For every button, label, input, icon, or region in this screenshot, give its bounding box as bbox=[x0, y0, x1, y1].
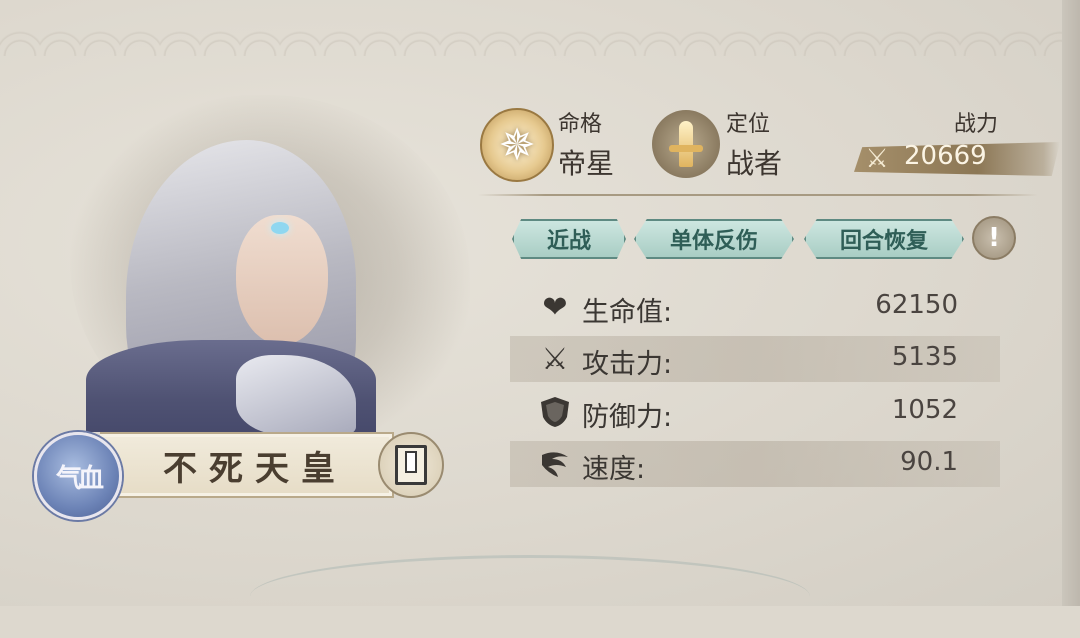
stat-value: 90.1 bbox=[900, 447, 958, 477]
tag-turn-recovery[interactable]: 回合恢复 bbox=[804, 219, 964, 259]
compass-star-icon: ✵ bbox=[498, 119, 536, 171]
stat-value: 62150 bbox=[875, 290, 958, 320]
stat-label: 攻击力: bbox=[582, 349, 673, 380]
bottom-decoration bbox=[250, 555, 810, 638]
stat-label: 生命值: bbox=[582, 297, 673, 328]
role-value: 战者 bbox=[726, 147, 783, 180]
tag-melee[interactable]: 近战 bbox=[512, 219, 626, 259]
hero-name: 不死天皇 bbox=[163, 448, 347, 489]
wind-icon bbox=[536, 445, 574, 483]
stat-row-attack: ⚔ 攻击力: 5135 bbox=[510, 336, 1000, 382]
stat-value: 5135 bbox=[891, 342, 958, 372]
stat-row-hp: ❤ 生命值: 62150 bbox=[510, 284, 1000, 330]
book-icon bbox=[395, 445, 427, 485]
sword-icon bbox=[669, 121, 703, 167]
portrait-face bbox=[236, 215, 328, 345]
stat-row-speed: 速度: 90.1 bbox=[510, 441, 1000, 487]
wave-pattern-border bbox=[0, 0, 1062, 56]
heart-icon: ❤ bbox=[542, 289, 568, 325]
role-emblem[interactable] bbox=[652, 110, 720, 178]
hero-portrait bbox=[86, 140, 376, 432]
tag-info-button[interactable]: ! bbox=[972, 216, 1016, 260]
panel-edge bbox=[1062, 0, 1080, 606]
qixue-type-badge[interactable]: 气血 bbox=[34, 432, 122, 520]
power-value: 20669 bbox=[904, 141, 987, 171]
fate-label: 命格 bbox=[558, 112, 603, 137]
shield-icon bbox=[536, 393, 574, 431]
hero-nameplate: 不死天皇 bbox=[100, 432, 394, 498]
fate-star-emblem[interactable]: ✵ bbox=[480, 108, 554, 182]
power-label: 战力 bbox=[954, 112, 999, 137]
hero-detail-screen: 气血 不死天皇 ✵ 命格 帝星 定位 战者 战力 ⚔ 20669 近战 单体反伤… bbox=[0, 0, 1080, 606]
role-label: 定位 bbox=[726, 112, 771, 137]
forehead-gem bbox=[271, 222, 289, 234]
hero-bio-button[interactable] bbox=[378, 432, 444, 498]
sword-icon: ⚔ bbox=[541, 341, 569, 377]
stat-label: 防御力: bbox=[582, 402, 673, 433]
stat-row-defense: 防御力: 1052 bbox=[510, 389, 1000, 435]
tag-single-reflect[interactable]: 单体反伤 bbox=[634, 219, 794, 259]
stat-value: 1052 bbox=[891, 395, 958, 425]
crossed-swords-icon: ⚔ bbox=[865, 144, 889, 174]
fate-value: 帝星 bbox=[558, 147, 615, 180]
section-divider bbox=[478, 194, 1038, 196]
stat-label: 速度: bbox=[582, 454, 646, 485]
